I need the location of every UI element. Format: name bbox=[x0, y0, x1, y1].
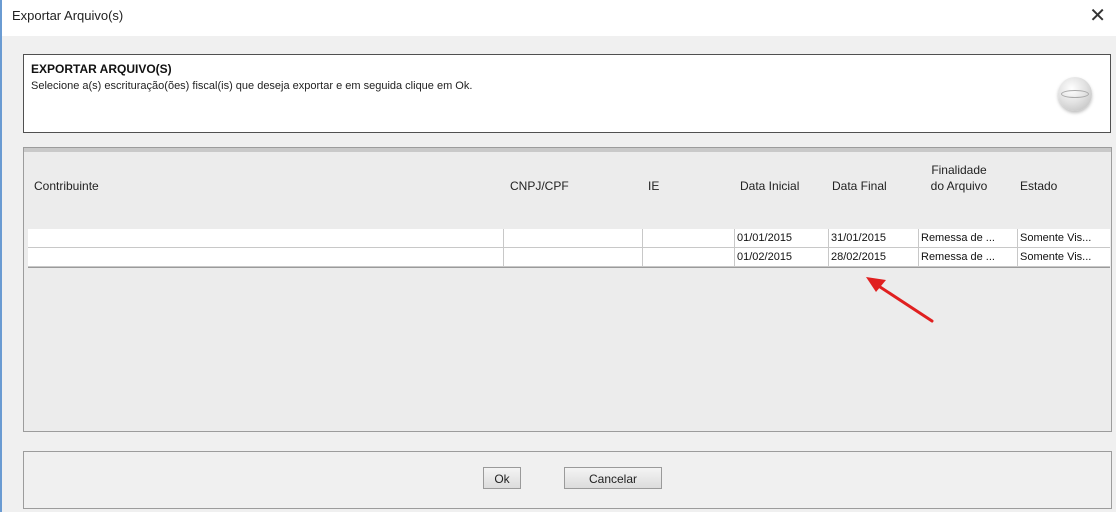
cell-finalidade: Remessa de ... bbox=[918, 229, 1017, 247]
cell-data-final: 31/01/2015 bbox=[828, 229, 918, 247]
cell-contribuinte bbox=[28, 248, 503, 266]
cell-cnpj bbox=[503, 229, 642, 247]
column-header-finalidade[interactable]: Finalidade do Arquivo bbox=[922, 162, 996, 194]
column-header-finalidade-line1: Finalidade bbox=[931, 163, 987, 177]
cell-finalidade: Remessa de ... bbox=[918, 248, 1017, 266]
cell-estado: Somente Vis... bbox=[1017, 229, 1110, 247]
header-panel: EXPORTAR ARQUIVO(S) Selecione a(s) escri… bbox=[23, 54, 1111, 133]
column-header-contribuinte[interactable]: Contribuinte bbox=[34, 178, 99, 194]
table-rows-divider bbox=[28, 267, 1110, 268]
column-header-estado[interactable]: Estado bbox=[1020, 178, 1057, 194]
column-header-ie[interactable]: IE bbox=[648, 178, 659, 194]
header-description: Selecione a(s) escrituração(ões) fiscal(… bbox=[31, 80, 473, 92]
cell-cnpj bbox=[503, 248, 642, 266]
table-body: 01/01/2015 31/01/2015 Remessa de ... Som… bbox=[28, 229, 1110, 267]
table-row[interactable]: 01/01/2015 31/01/2015 Remessa de ... Som… bbox=[28, 229, 1110, 248]
cell-estado: Somente Vis... bbox=[1017, 248, 1110, 266]
files-table: Contribuinte CNPJ/CPF IE Data Inicial Da… bbox=[23, 147, 1112, 432]
window-title: Exportar Arquivo(s) bbox=[12, 8, 124, 23]
header-title: EXPORTAR ARQUIVO(S) bbox=[31, 62, 172, 76]
red-arrow-icon bbox=[866, 277, 934, 323]
cell-data-inicial: 01/01/2015 bbox=[734, 229, 828, 247]
column-header-finalidade-line2: do Arquivo bbox=[930, 179, 988, 193]
cancel-button[interactable]: Cancelar bbox=[564, 467, 662, 489]
cell-data-inicial: 01/02/2015 bbox=[734, 248, 828, 266]
title-bar: Exportar Arquivo(s) ✕ bbox=[2, 0, 1116, 36]
table-row[interactable]: 01/02/2015 28/02/2015 Remessa de ... Som… bbox=[28, 248, 1110, 267]
column-header-data-inicial[interactable]: Data Inicial bbox=[740, 178, 799, 194]
ok-button[interactable]: Ok bbox=[483, 467, 521, 489]
app-logo-icon bbox=[1058, 77, 1092, 111]
cell-ie bbox=[642, 248, 734, 266]
column-header-data-final[interactable]: Data Final bbox=[832, 178, 887, 194]
cell-ie bbox=[642, 229, 734, 247]
column-header-cnpj[interactable]: CNPJ/CPF bbox=[510, 178, 569, 194]
close-icon[interactable]: ✕ bbox=[1089, 4, 1106, 28]
button-bar: Ok Cancelar bbox=[23, 451, 1112, 509]
cell-data-final: 28/02/2015 bbox=[828, 248, 918, 266]
cell-contribuinte bbox=[28, 229, 503, 247]
table-top-edge bbox=[24, 148, 1111, 152]
